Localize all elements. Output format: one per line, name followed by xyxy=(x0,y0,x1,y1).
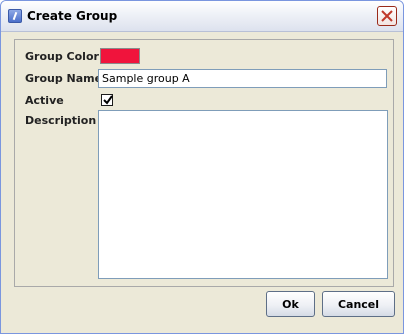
group-name-label: Group Name xyxy=(25,72,103,85)
dialog-title: Create Group xyxy=(27,9,118,23)
ok-button[interactable]: Ok xyxy=(266,291,315,317)
close-button[interactable] xyxy=(377,6,397,26)
group-color-swatch[interactable] xyxy=(100,48,140,64)
title-bar[interactable]: Create Group xyxy=(1,1,403,32)
active-checkbox[interactable] xyxy=(101,94,113,106)
cancel-button[interactable]: Cancel xyxy=(322,291,395,317)
app-icon xyxy=(8,9,22,23)
active-label: Active xyxy=(25,94,64,107)
form-panel: Group Color Group Name Sample group A Ac… xyxy=(14,39,394,287)
description-label: Description xyxy=(25,114,97,127)
close-icon xyxy=(381,10,393,22)
create-group-dialog: Create Group Group Color Group Name Samp… xyxy=(0,0,404,334)
checkmark-icon xyxy=(103,95,113,105)
group-color-label: Group Color xyxy=(25,50,99,63)
group-name-input[interactable]: Sample group A xyxy=(98,69,387,88)
description-textarea[interactable] xyxy=(98,110,388,279)
